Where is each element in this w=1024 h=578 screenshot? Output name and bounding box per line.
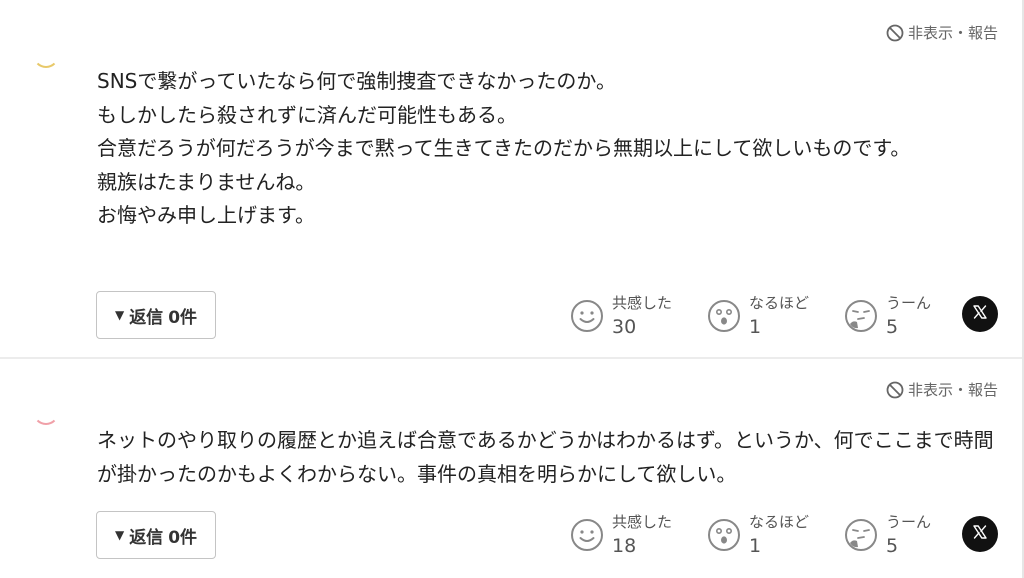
thinking-face-icon — [844, 299, 878, 333]
comment-item: 非表示・報告 SNSで繋がっていたなら何で強制捜査できなかったのか。 もしかした… — [0, 0, 1022, 358]
reply-count: 0件 — [168, 527, 198, 548]
reaction-count: 18 — [612, 535, 637, 557]
reaction-label: なるほど — [749, 294, 810, 312]
prohibited-icon — [885, 23, 905, 43]
smile-face-icon — [570, 299, 604, 333]
avatar — [33, 42, 59, 68]
hide-report-label: 非表示・報告 — [907, 24, 998, 42]
triangle-down-icon: ▼ — [114, 528, 125, 542]
avatar — [33, 399, 59, 425]
comment-body: SNSで繋がっていたなら何で強制捜査できなかったのか。 もしかしたら殺されずに済… — [97, 69, 911, 227]
reaction-label: うーん — [886, 513, 932, 531]
x-logo-icon — [972, 304, 988, 324]
hide-report-label: 非表示・報告 — [907, 381, 998, 399]
share-x-button[interactable] — [962, 516, 998, 552]
reply-toggle-button[interactable]: ▼ 返信 0件 — [96, 511, 216, 559]
x-logo-icon — [972, 524, 988, 544]
reply-label: 返信 — [129, 527, 164, 548]
prohibited-icon — [885, 380, 905, 400]
reaction-count: 5 — [886, 316, 899, 338]
reaction-label: 共感した — [612, 513, 673, 531]
thinking-face-icon — [844, 518, 878, 552]
hide-report-link[interactable]: 非表示・報告 — [885, 22, 998, 43]
reaction-label: 共感した — [612, 294, 673, 312]
reaction-count: 1 — [749, 535, 762, 557]
surprised-face-icon — [707, 518, 741, 552]
comment-list: 非表示・報告 SNSで繋がっていたなら何で強制捜査できなかったのか。 もしかした… — [0, 0, 1024, 578]
reaction-count: 30 — [612, 316, 637, 338]
reaction-count: 1 — [749, 316, 762, 338]
reaction-label: うーん — [886, 294, 932, 312]
reaction-label: なるほど — [749, 513, 810, 531]
comment-item: 非表示・報告 ネットのやり取りの履歴とか追えば合意であるかどうかはわかるはず。と… — [0, 359, 1022, 578]
reaction-count: 5 — [886, 535, 899, 557]
reply-toggle-button[interactable]: ▼ 返信 0件 — [96, 291, 216, 339]
reply-label: 返信 — [129, 307, 164, 328]
surprised-face-icon — [707, 299, 741, 333]
hide-report-link[interactable]: 非表示・報告 — [885, 379, 998, 400]
smile-face-icon — [570, 518, 604, 552]
comment-body: ネットのやり取りの履歴とか追えば合意であるかどうかはわかるはず。というか、何でこ… — [97, 428, 994, 486]
reply-count: 0件 — [168, 307, 198, 328]
triangle-down-icon: ▼ — [114, 308, 125, 322]
share-x-button[interactable] — [962, 296, 998, 332]
